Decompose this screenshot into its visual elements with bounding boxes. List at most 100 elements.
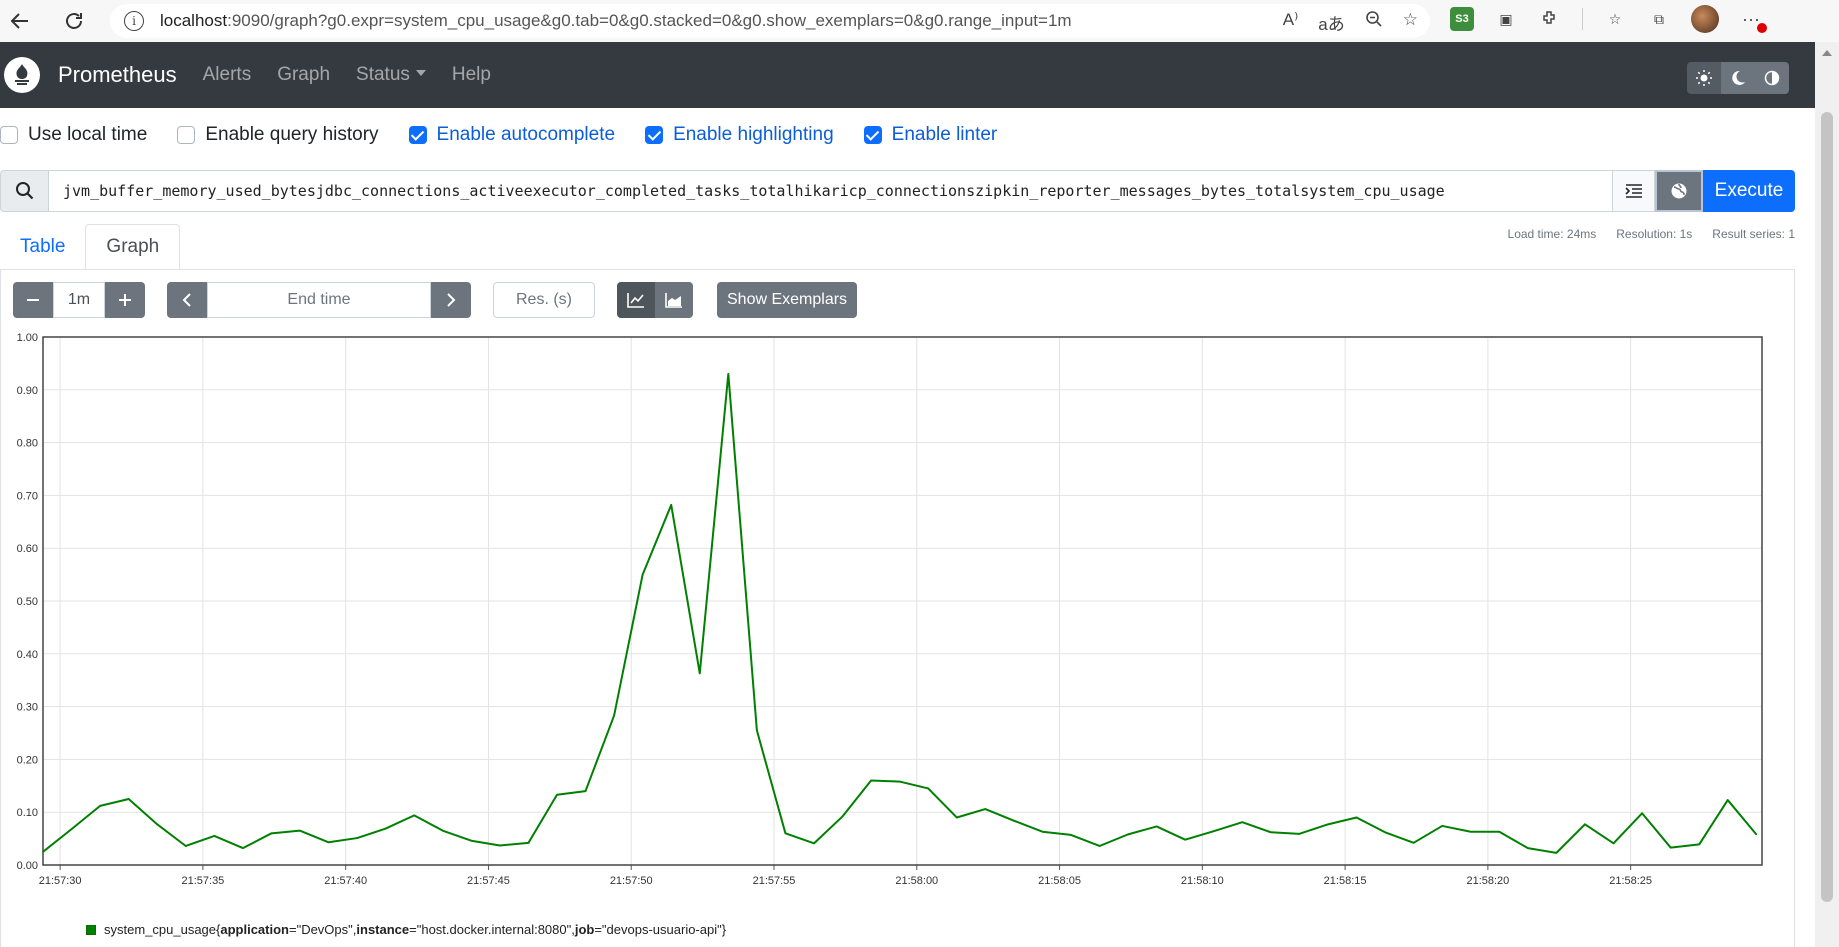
end-time-input[interactable]: End time xyxy=(207,282,431,318)
favorites-icon[interactable]: ☆ xyxy=(1603,7,1627,31)
resolution-input[interactable]: Res. (s) xyxy=(493,282,595,318)
option-enable-autocomplete[interactable]: Enable autocomplete xyxy=(408,124,616,146)
legend-label-value: ="DevOps", xyxy=(288,922,357,937)
page-scrollbar[interactable] xyxy=(1815,42,1839,947)
data-point xyxy=(527,842,530,844)
data-point xyxy=(1270,831,1272,834)
metrics-explorer-icon[interactable] xyxy=(1655,170,1703,212)
data-point xyxy=(70,828,73,830)
more-menu-icon[interactable]: ··· xyxy=(1739,7,1767,33)
data-point xyxy=(670,504,673,506)
option-use-local-time[interactable]: Use local time xyxy=(0,124,147,146)
option-enable-linter[interactable]: Enable linter xyxy=(863,124,997,146)
data-point xyxy=(1555,852,1558,854)
option-label: Enable query history xyxy=(205,124,379,145)
show-exemplars-button[interactable]: Show Exemplars xyxy=(717,282,858,318)
favorite-add-icon[interactable]: ☆ xyxy=(1403,10,1418,35)
option-label: Enable autocomplete xyxy=(436,124,616,145)
y-tick-label: 0.90 xyxy=(17,385,38,397)
data-point xyxy=(1584,823,1586,826)
data-point xyxy=(841,815,844,818)
next-time-button[interactable] xyxy=(431,282,471,318)
data-point xyxy=(299,829,301,832)
data-point xyxy=(813,842,815,845)
checkbox[interactable] xyxy=(645,126,664,144)
theme-toggle-group xyxy=(1687,62,1789,94)
data-point xyxy=(1498,830,1501,833)
data-point xyxy=(1527,847,1529,849)
auto-theme-icon[interactable] xyxy=(1755,62,1789,94)
data-point xyxy=(1241,821,1244,824)
scroll-up-icon[interactable] xyxy=(1822,50,1832,56)
tab-table[interactable]: Table xyxy=(0,224,85,270)
y-tick-label: 0.70 xyxy=(17,490,38,502)
zoom-out-icon[interactable] xyxy=(1365,10,1383,35)
data-point xyxy=(1184,838,1186,841)
reload-icon[interactable] xyxy=(54,4,94,38)
execute-button[interactable]: Execute xyxy=(1703,170,1795,212)
data-point xyxy=(584,790,587,792)
expression-input[interactable]: jvm_buffer_memory_used_bytesjdbc_connect… xyxy=(48,170,1613,212)
light-theme-icon[interactable] xyxy=(1687,62,1721,94)
address-bar[interactable]: i localhost:9090/graph?g0.expr=system_cp… xyxy=(110,4,1430,38)
checkbox[interactable] xyxy=(863,126,882,144)
x-tick-label: 21:58:25 xyxy=(1609,875,1652,887)
option-enable-highlighting[interactable]: Enable highlighting xyxy=(645,124,834,146)
s3-extension-icon[interactable]: S3 xyxy=(1450,7,1474,31)
x-tick-label: 21:58:05 xyxy=(1038,875,1081,887)
nav-graph[interactable]: Graph xyxy=(277,64,330,86)
format-expression-icon[interactable] xyxy=(1613,170,1655,212)
legend-swatch xyxy=(86,924,96,935)
nav-alerts[interactable]: Alerts xyxy=(203,64,252,86)
prometheus-logo-icon[interactable] xyxy=(4,57,40,93)
browser-toolbar: i localhost:9090/graph?g0.expr=system_cp… xyxy=(0,0,1839,42)
nav-status-dropdown[interactable]: Status xyxy=(356,64,426,86)
data-point xyxy=(955,816,958,819)
increase-range-button[interactable] xyxy=(105,282,145,318)
checkbox[interactable] xyxy=(177,126,196,144)
data-point xyxy=(1755,833,1758,836)
decrease-range-button[interactable] xyxy=(13,282,53,318)
option-label: Enable highlighting xyxy=(673,124,834,145)
data-point xyxy=(384,827,387,830)
data-point xyxy=(156,823,159,826)
tab-collections-icon[interactable]: ⧉ xyxy=(1647,7,1671,31)
nav-help[interactable]: Help xyxy=(452,64,491,86)
tab-graph[interactable]: Graph xyxy=(85,224,181,270)
data-point xyxy=(356,837,358,839)
result-series: Result series: 1 xyxy=(1712,227,1795,241)
previous-time-button[interactable] xyxy=(167,282,207,318)
extensions-icon[interactable] xyxy=(1538,7,1562,31)
data-point xyxy=(727,373,730,375)
data-point xyxy=(756,729,758,732)
data-point xyxy=(927,787,929,790)
data-point xyxy=(870,779,872,782)
prometheus-navbar: Prometheus Alerts Graph Status Help xyxy=(0,42,1815,108)
dark-theme-icon[interactable] xyxy=(1721,62,1755,94)
data-point xyxy=(127,798,130,800)
stacked-chart-icon[interactable] xyxy=(655,282,693,318)
range-input[interactable]: 1m xyxy=(53,282,105,318)
read-aloud-icon[interactable]: A⁾ xyxy=(1283,10,1299,35)
data-point xyxy=(470,839,473,842)
option-enable-query-history[interactable]: Enable query history xyxy=(177,124,379,146)
scrollbar-thumb[interactable] xyxy=(1821,112,1833,902)
brand-title[interactable]: Prometheus xyxy=(58,62,177,88)
data-point xyxy=(641,573,644,576)
collections-extension-icon[interactable]: ▣ xyxy=(1494,7,1518,31)
x-tick-label: 21:57:40 xyxy=(324,875,367,887)
line-chart-icon[interactable] xyxy=(617,282,655,318)
profile-avatar[interactable] xyxy=(1691,5,1719,33)
data-point xyxy=(327,841,330,844)
series-legend[interactable]: system_cpu_usage{application ="DevOps", i… xyxy=(86,922,726,937)
site-info-icon[interactable]: i xyxy=(124,11,144,31)
checkbox[interactable] xyxy=(408,126,427,144)
translate-icon[interactable]: aあ xyxy=(1318,10,1344,35)
checkbox[interactable] xyxy=(0,126,18,144)
data-point xyxy=(556,793,558,796)
data-point xyxy=(984,808,987,810)
back-icon[interactable] xyxy=(0,4,40,38)
data-point xyxy=(1698,843,1700,846)
data-point xyxy=(1098,845,1101,847)
x-tick-label: 21:57:35 xyxy=(181,875,224,887)
